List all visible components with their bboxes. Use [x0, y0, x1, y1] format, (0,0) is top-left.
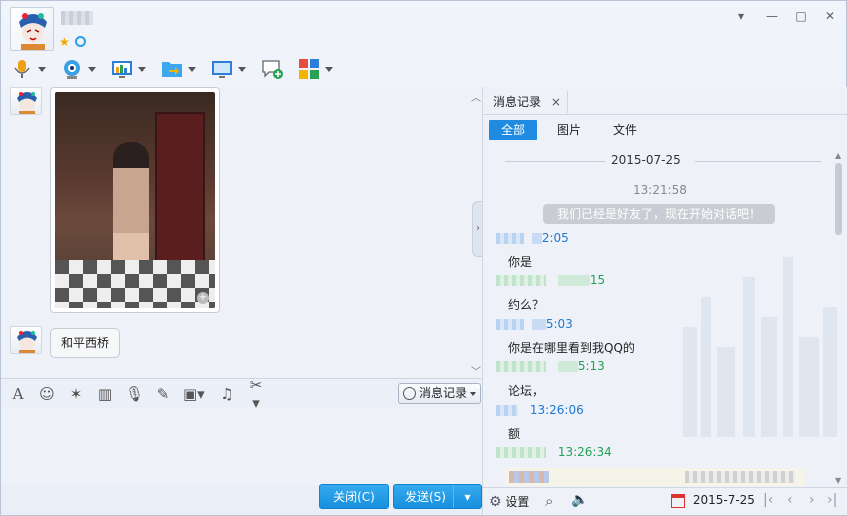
video-call-button[interactable] — [61, 56, 96, 82]
filter-all[interactable]: 全部 — [489, 120, 538, 140]
filter-files[interactable]: 文件 — [601, 120, 649, 140]
history-message: 约么？ — [508, 298, 545, 312]
search-icon[interactable]: ⌕ — [545, 492, 553, 510]
history-sender: 13:26:06 — [496, 403, 584, 417]
screenshot-scissors-icon[interactable]: ✂▾ — [247, 376, 265, 412]
first-page-icon[interactable]: |‹ — [763, 492, 773, 508]
chevron-down-icon — [470, 392, 476, 396]
emoji-icon[interactable]: ☺ — [38, 385, 56, 403]
nudge-icon[interactable]: ✶ — [67, 385, 85, 403]
system-message: 我们已经是好友了，现在开始对话吧！ — [543, 204, 776, 224]
discussion-group-button[interactable] — [261, 56, 283, 82]
apps-button[interactable] — [298, 56, 333, 82]
screen-share-icon — [111, 58, 133, 80]
scroll-up-icon[interactable]: ︿ — [471, 89, 481, 104]
history-sender: 15 — [496, 273, 605, 287]
date-header: 2015-07-25 — [611, 153, 681, 167]
sender-avatar[interactable] — [10, 326, 42, 354]
font-icon[interactable]: A — [9, 385, 27, 403]
microphone-icon — [11, 58, 33, 80]
history-message: 你是在哪里看到我QQ的 — [508, 341, 635, 355]
history-message: 你是 — [508, 255, 533, 269]
minimize-button[interactable]: — — [763, 9, 781, 25]
speaker-icon[interactable]: 🔈 — [571, 492, 588, 508]
calendar-button[interactable]: 2015-7-25 — [671, 493, 755, 508]
chat-window: ★ ▾ — □ ✕ ︿ ﹀ + 和平西桥 › A ☺ ✶ ▥ 🎙 ✎ ▣▾ ♫ … — [0, 0, 847, 516]
video-clip-icon[interactable]: ▥ — [96, 385, 114, 403]
maximize-button[interactable]: □ — [792, 9, 810, 25]
text-message: 和平西桥 — [50, 328, 121, 358]
edit-icon[interactable]: ✎ — [154, 385, 172, 403]
close-button[interactable]: 关闭(C) — [319, 484, 389, 509]
sender-avatar[interactable] — [10, 87, 42, 115]
picture-icon[interactable]: ▣▾ — [183, 385, 205, 403]
close-window-button[interactable]: ✕ — [821, 9, 839, 25]
file-transfer-icon — [161, 58, 183, 80]
history-message: 额 — [508, 427, 521, 441]
contact-name-blurred — [61, 11, 93, 25]
send-options-dropdown[interactable]: ▾ — [453, 485, 481, 508]
last-page-icon[interactable]: ›| — [827, 492, 837, 508]
dropdown-menu-button[interactable]: ▾ — [732, 9, 750, 25]
calendar-icon — [671, 493, 685, 508]
history-preview-strip — [505, 468, 805, 486]
voice-message-icon[interactable]: 🎙 — [125, 385, 144, 403]
scroll-down-icon[interactable]: ﹀ — [471, 363, 481, 378]
settings-button[interactable]: ⚙ 设置 — [489, 493, 529, 510]
remote-assist-button[interactable] — [211, 56, 246, 82]
qzone-icon[interactable] — [75, 36, 86, 47]
image-message[interactable]: + — [50, 87, 220, 313]
close-tab-icon[interactable]: × — [551, 95, 561, 109]
clock-icon — [403, 387, 416, 400]
gear-icon: ⚙ — [489, 494, 502, 510]
remote-desktop-icon — [211, 58, 233, 80]
message-input[interactable] — [1, 408, 482, 485]
prev-page-icon[interactable]: ‹ — [787, 492, 793, 508]
webcam-icon — [61, 58, 83, 80]
tab-message-history[interactable]: 消息记录 × — [489, 90, 565, 114]
history-sender: 5:13 — [496, 359, 605, 373]
voice-call-button[interactable] — [11, 56, 46, 82]
star-icon: ★ — [59, 35, 70, 49]
add-chat-icon — [261, 58, 283, 80]
send-file-button[interactable] — [161, 56, 196, 82]
history-sender: 2:05 — [496, 231, 569, 245]
next-page-icon[interactable]: › — [809, 492, 815, 508]
music-icon[interactable]: ♫ — [218, 385, 236, 403]
history-message: 论坛， — [508, 384, 545, 398]
screen-share-button[interactable] — [111, 56, 146, 82]
history-scrollbar[interactable]: ▲ ▼ — [834, 151, 843, 485]
apps-icon — [298, 58, 320, 80]
history-bottom-bar: ⚙ 设置 ⌕ 🔈 2015-7-25 |‹ ‹ › ›| — [483, 487, 847, 515]
send-button[interactable]: 发送(S) ▾ — [393, 484, 482, 509]
message-history-button[interactable]: 消息记录 — [398, 383, 481, 404]
contact-avatar[interactable] — [10, 7, 54, 51]
message-history-panel: 消息记录 × 全部 图片 文件 2015-07-25 13:21:58 我们已经… — [483, 87, 847, 515]
history-sender: 5:03 — [496, 317, 573, 331]
history-sender: 13:26:34 — [496, 445, 612, 459]
zoom-icon[interactable]: + — [197, 292, 209, 304]
photo: + — [55, 92, 215, 308]
filter-images[interactable]: 图片 — [545, 120, 593, 140]
system-time: 13:21:58 — [633, 183, 687, 197]
